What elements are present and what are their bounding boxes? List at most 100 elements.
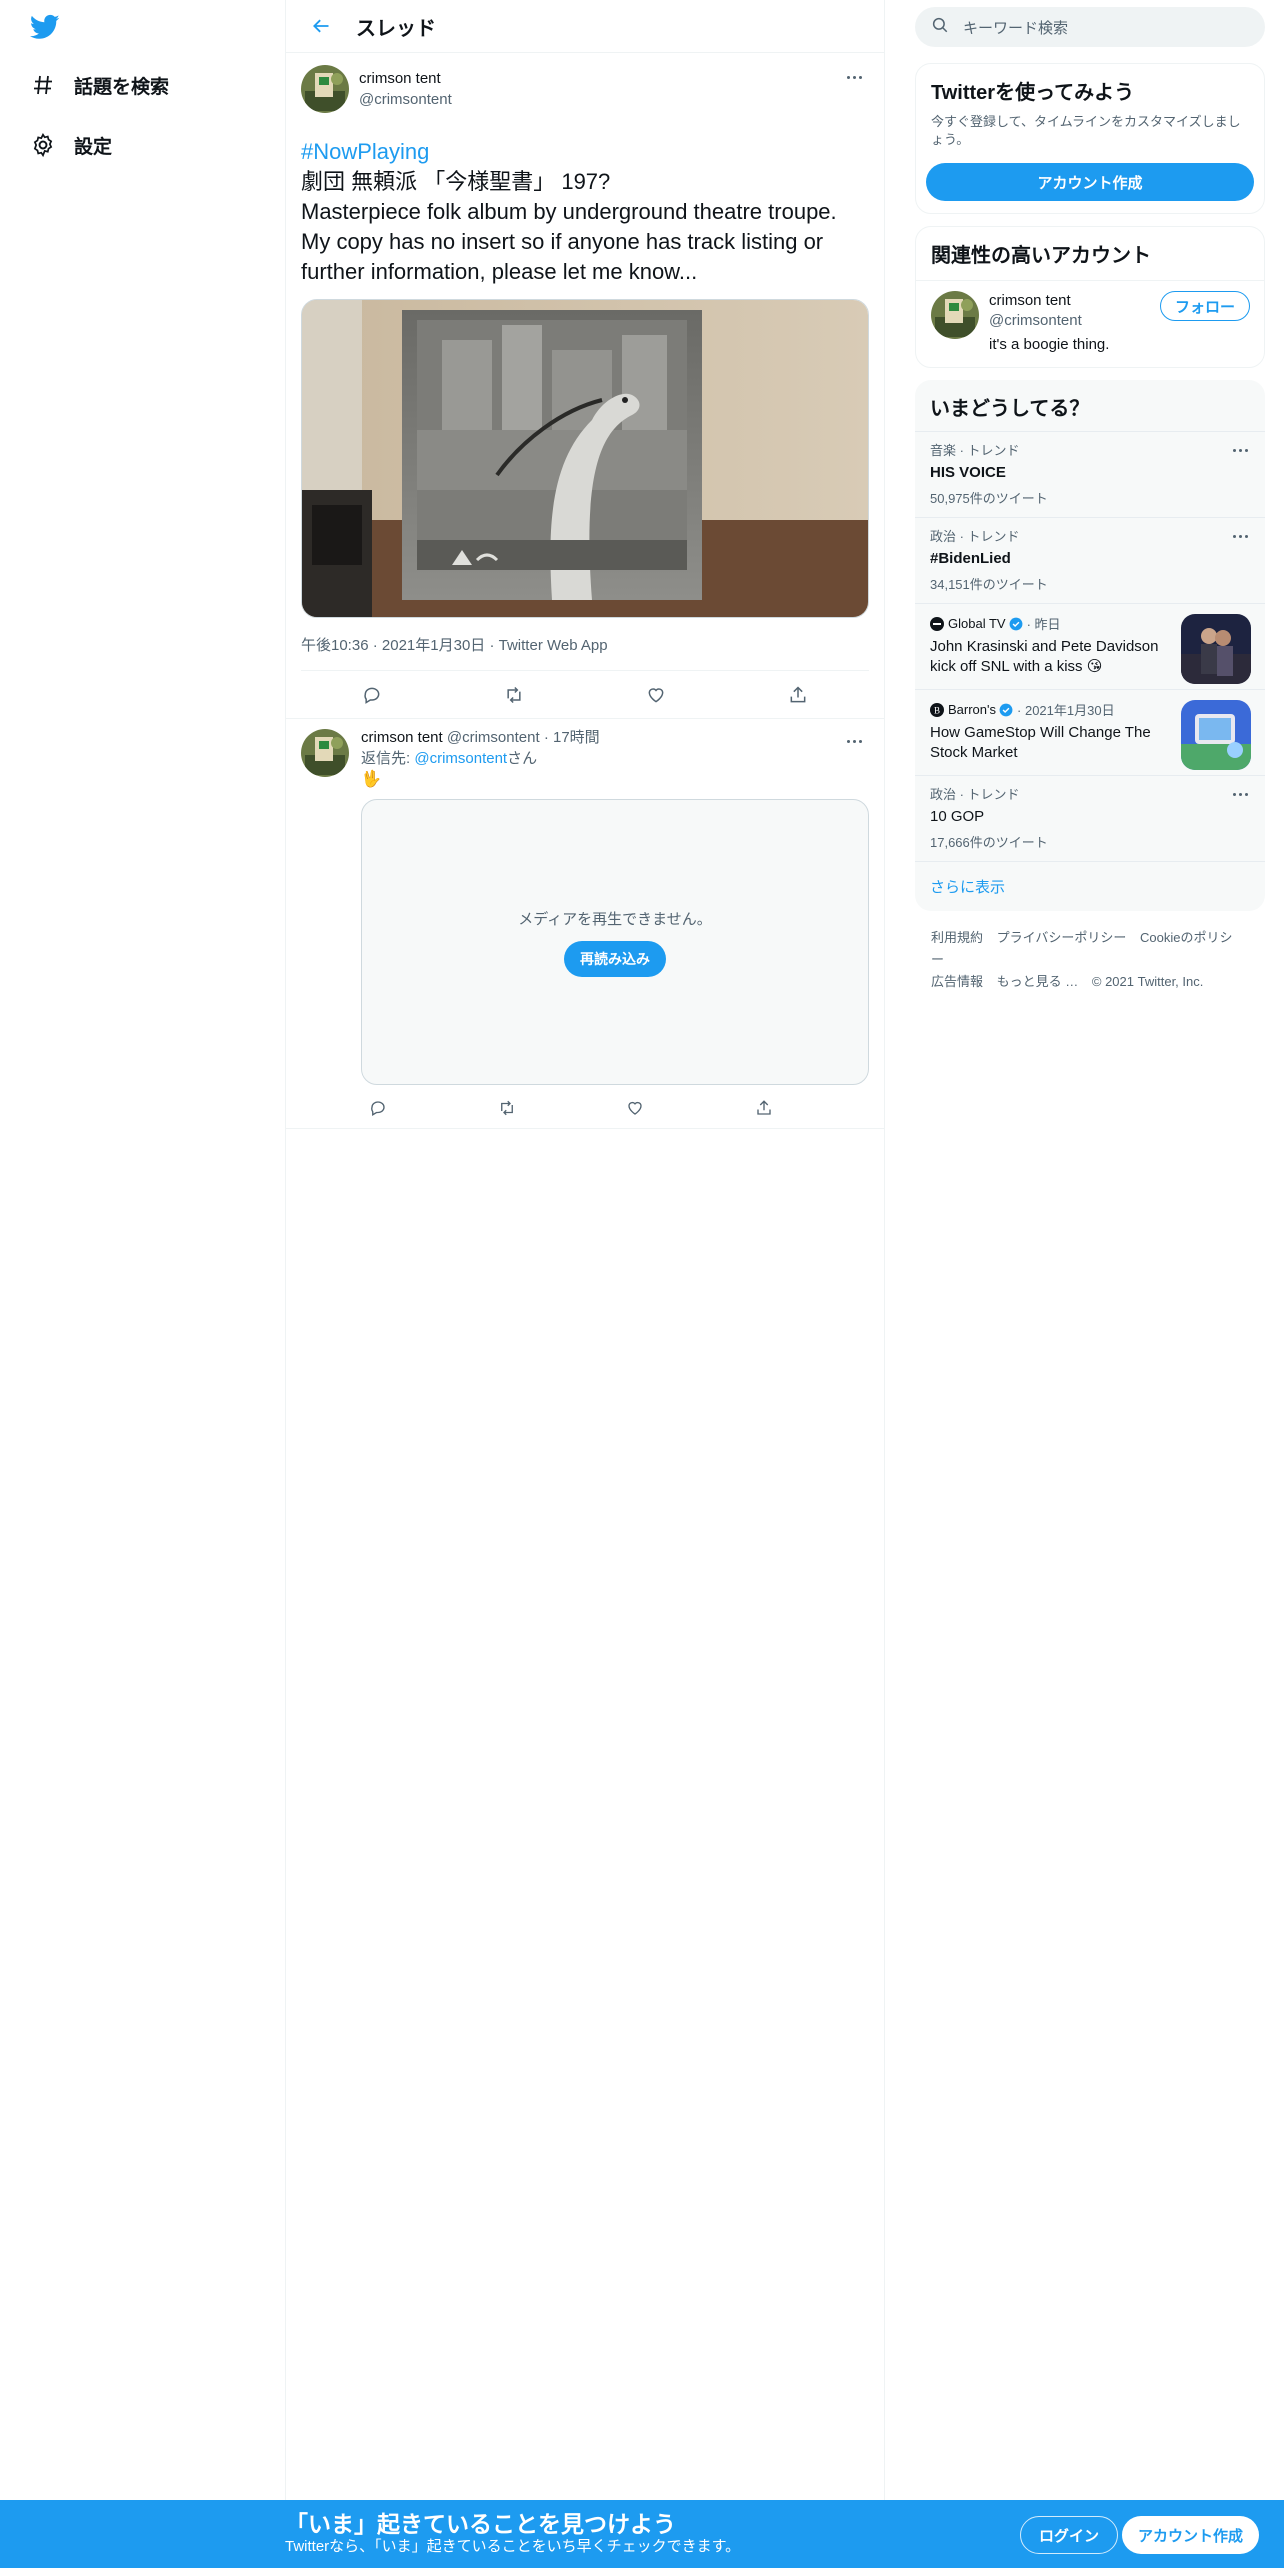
share-icon[interactable] — [747, 1091, 781, 1125]
tweet-time[interactable]: · 17時間 — [544, 729, 600, 746]
bottom-signup-bar: 「いま」起きていることを見つけよう Twitterなら、「いま」起きていることを… — [0, 2500, 1284, 2568]
source-logo-icon — [930, 616, 944, 631]
news-headline: John Krasinski and Pete Davidson kick of… — [930, 638, 1159, 675]
media-error-message: メディアを再生できません。 — [518, 910, 712, 928]
trend-context: 政治 · トレンド — [930, 787, 1020, 802]
verified-badge-icon — [999, 703, 1013, 716]
search-placeholder: キーワード検索 — [963, 19, 1069, 37]
trend-context: 政治 · トレンド — [930, 529, 1020, 544]
trend-count: 17,666件のツイート — [930, 835, 1048, 850]
bottom-bar-title: 「いま」起きていることを見つけよう — [285, 2511, 676, 2537]
news-thumbnail — [1181, 700, 1251, 770]
more-options-icon[interactable] — [839, 67, 869, 87]
trend-name: 10 GOP — [930, 808, 985, 825]
tweet-actions — [361, 1091, 781, 1119]
reply-icon[interactable] — [355, 678, 389, 712]
trends-card: いまどうしてる？ 音楽 · トレンド HIS VOICE 50,975件のツイー… — [915, 380, 1265, 911]
trend-context: 音楽 · トレンド — [930, 443, 1020, 458]
gear-icon — [28, 130, 58, 160]
news-thumbnail — [1181, 614, 1251, 684]
verified-badge-icon — [1009, 617, 1022, 630]
source-logo-icon: B — [930, 702, 944, 717]
arrow-left-icon[interactable] — [306, 11, 336, 41]
trend-name: #BidenLied — [930, 550, 1011, 567]
news-time: 2021年1月30日 — [1024, 703, 1115, 718]
login-button[interactable]: ログイン — [1020, 2516, 1119, 2554]
account-row[interactable]: crimson tent @crimsontent it's a boogie … — [916, 280, 1264, 367]
hashtag-icon — [28, 70, 58, 100]
retweet-icon[interactable] — [497, 678, 531, 712]
hashtag-link[interactable]: #NowPlaying — [301, 137, 869, 167]
more-options-icon[interactable] — [839, 731, 869, 751]
svg-text:B: B — [934, 705, 940, 715]
nav-settings[interactable]: 設定 — [28, 123, 112, 167]
tweet-date[interactable]: 2021年1月30日 — [369, 637, 486, 654]
account-name[interactable]: crimson tent — [989, 291, 1109, 311]
avatar[interactable] — [301, 729, 349, 777]
trend-item[interactable]: 音楽 · トレンド HIS VOICE 50,975件のツイート — [915, 431, 1265, 517]
trend-item[interactable]: 政治 · トレンド 10 GOP 17,666件のツイート — [915, 775, 1265, 861]
tweet-photo[interactable] — [301, 299, 869, 618]
footer-link[interactable]: 利用規約 — [931, 930, 983, 945]
footer-link[interactable]: プライバシーポリシー — [997, 930, 1127, 945]
signup-subtitle: 今すぐ登録して、タイムラインをカスタマイズしましょう。 — [931, 114, 1241, 147]
avatar[interactable] — [931, 291, 979, 339]
tweet-client[interactable]: Twitter Web App — [485, 637, 607, 654]
account-bio: it's a boogie thing. — [989, 336, 1110, 353]
author-name[interactable]: crimson tent — [359, 68, 452, 89]
trend-count: 34,151件のツイート — [930, 577, 1048, 592]
footer-link[interactable]: 広告情報 — [931, 974, 983, 989]
reload-button[interactable]: 再読み込み — [564, 940, 666, 977]
related-accounts-card: 関連性の高いアカウント crimson tent @crimsontent it… — [915, 226, 1265, 368]
footer-links: 利用規約 プライバシーポリシー Cookieのポリシー 広告情報 もっと見る …… — [915, 927, 1265, 993]
nav-explore[interactable]: 話題を検索 — [28, 63, 169, 107]
create-account-button[interactable]: アカウント作成 — [926, 163, 1254, 201]
tweet-time[interactable]: 午後10:36 — [301, 637, 369, 654]
related-title: 関連性の高いアカウント — [931, 245, 1151, 267]
author-name[interactable]: crimson tent — [361, 729, 443, 746]
tweet-line-title: 劇団 無頼派 「今様聖書」 197? — [301, 169, 611, 194]
left-navigation: 話題を検索 設定 — [0, 0, 285, 2568]
twitter-bird-icon[interactable] — [28, 12, 62, 42]
page-header: スレッド — [286, 0, 884, 53]
mention-link[interactable]: @crimsontent — [414, 750, 507, 767]
tweet-body: Masterpiece folk album by underground th… — [301, 199, 837, 284]
sidebar: キーワード検索 Twitterを使ってみよう 今すぐ登録して、タイムラインをカス… — [915, 0, 1265, 993]
main-column: スレッド crimson tent @crimsontent #NowPlayi… — [285, 0, 885, 2500]
news-source: Global TV — [948, 616, 1006, 631]
news-item[interactable]: B Barron's · 2021年1月30日 How GameStop Wil… — [915, 689, 1265, 775]
trend-item[interactable]: 政治 · トレンド #BidenLied 34,151件のツイート — [915, 517, 1265, 603]
author-handle[interactable]: @crimsontent — [447, 729, 540, 746]
footer-link[interactable]: もっと見る … — [997, 974, 1079, 989]
replying-to: 返信先: @crimsontentさん — [361, 750, 538, 767]
like-icon[interactable] — [639, 678, 673, 712]
news-time: 昨日 — [1034, 617, 1061, 632]
trends-title: いまどうしてる？ — [930, 398, 1090, 420]
like-icon[interactable] — [618, 1091, 652, 1125]
follow-button[interactable]: フォロー — [1159, 291, 1250, 321]
news-item[interactable]: Global TV · 昨日 John Krasinski and Pete D… — [915, 603, 1265, 689]
media-error-box: メディアを再生できません。 再読み込み — [361, 799, 869, 1085]
avatar[interactable] — [301, 65, 349, 113]
news-headline: How GameStop Will Change The Stock Marke… — [930, 724, 1151, 761]
news-source: Barron's — [948, 702, 997, 717]
more-options-icon[interactable] — [1225, 526, 1255, 546]
retweet-icon[interactable] — [490, 1091, 524, 1125]
search-input[interactable]: キーワード検索 — [915, 7, 1265, 47]
signup-card: Twitterを使ってみよう 今すぐ登録して、タイムラインをカスタマイズしましょ… — [915, 63, 1265, 214]
copyright: © 2021 Twitter, Inc. — [1091, 974, 1204, 989]
main-tweet: crimson tent @crimsontent #NowPlaying 劇団… — [286, 53, 884, 719]
share-icon[interactable] — [781, 678, 815, 712]
more-options-icon[interactable] — [1225, 440, 1255, 460]
signup-button[interactable]: アカウント作成 — [1122, 2516, 1260, 2554]
tweet-meta: 午後10:362021年1月30日Twitter Web App — [301, 634, 869, 656]
page-title: スレッド — [356, 17, 436, 40]
trend-name: HIS VOICE — [930, 464, 1006, 481]
more-options-icon[interactable] — [1225, 784, 1255, 804]
show-more-link[interactable]: さらに表示 — [915, 861, 1265, 911]
author-handle[interactable]: @crimsontent — [359, 89, 452, 110]
reply-tweet: crimson tent @crimsontent · 17時間 返信先: @c… — [286, 719, 884, 1129]
account-handle[interactable]: @crimsontent — [989, 311, 1109, 331]
reply-icon[interactable] — [361, 1091, 395, 1125]
reply-text: 🖖 — [361, 771, 381, 788]
